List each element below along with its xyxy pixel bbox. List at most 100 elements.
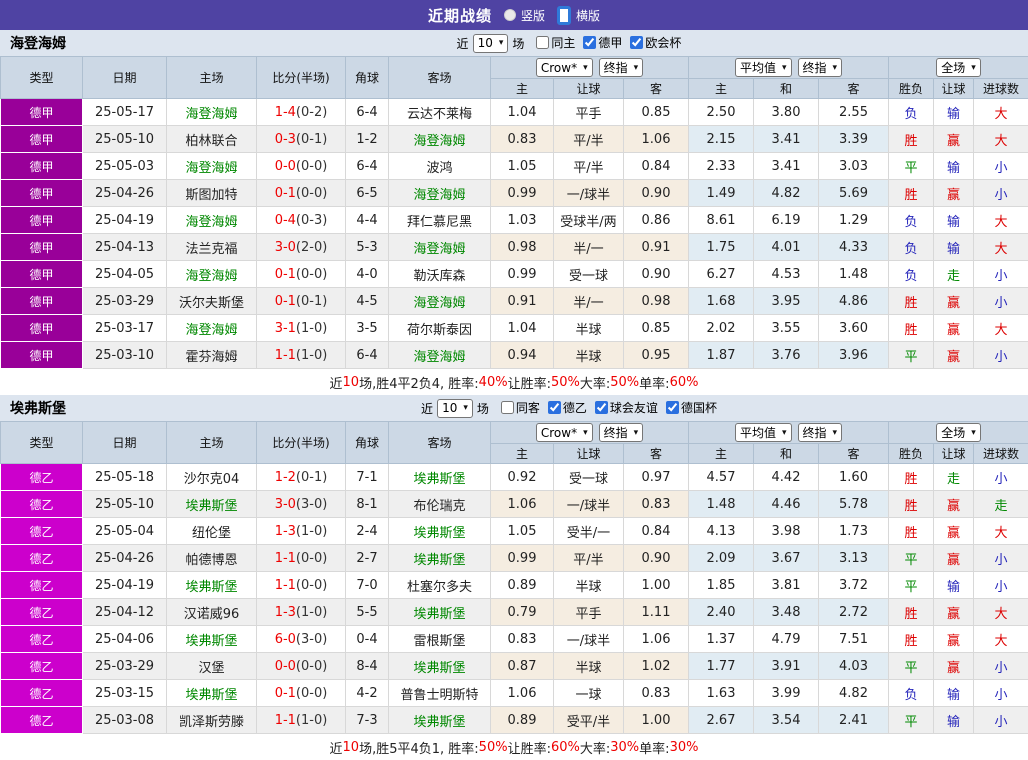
away-team-cell[interactable]: 荷尔斯泰因	[389, 315, 491, 342]
avg-odds-home: 1.49	[689, 180, 754, 207]
away-team-cell[interactable]: 勒沃库森	[389, 261, 491, 288]
away-team-cell[interactable]: 海登海姆	[389, 288, 491, 315]
away-team-cell[interactable]: 杜塞尔多夫	[389, 572, 491, 599]
home-team-cell[interactable]: 埃弗斯堡	[167, 626, 257, 653]
final-odds-select[interactable]: 终指▾	[599, 423, 644, 442]
filter-checkbox[interactable]: 同客	[497, 399, 540, 416]
home-team-cell[interactable]: 埃弗斯堡	[167, 572, 257, 599]
away-team-cell[interactable]: 云达不莱梅	[389, 99, 491, 126]
away-team-cell[interactable]: 普鲁士明斯特	[389, 680, 491, 707]
away-team-cell[interactable]: 埃弗斯堡	[389, 464, 491, 491]
home-team-cell[interactable]: 海登海姆	[167, 315, 257, 342]
checkbox-input[interactable]	[583, 36, 596, 49]
radio-icon[interactable]	[504, 9, 516, 21]
filter-checkbox[interactable]: 欧会杯	[626, 34, 681, 51]
checkbox-input[interactable]	[595, 401, 608, 414]
score-cell[interactable]: 0-4(0-3)	[257, 207, 346, 234]
avg-odds-home: 2.40	[689, 599, 754, 626]
score-cell[interactable]: 0-0(0-0)	[257, 153, 346, 180]
home-team-cell[interactable]: 汉诺威96	[167, 599, 257, 626]
checkbox-input[interactable]	[548, 401, 561, 414]
home-team-cell[interactable]: 海登海姆	[167, 99, 257, 126]
filter-checkbox[interactable]: 德甲	[579, 34, 622, 51]
home-team-cell[interactable]: 埃弗斯堡	[167, 680, 257, 707]
checkbox-input[interactable]	[666, 401, 679, 414]
score-cell[interactable]: 1-1(0-0)	[257, 572, 346, 599]
final-average-select[interactable]: 终指▾	[798, 58, 843, 77]
score-cell[interactable]: 1-3(1-0)	[257, 518, 346, 545]
checkbox-input[interactable]	[536, 36, 549, 49]
bookmaker-select[interactable]: Crow*▾	[536, 423, 593, 442]
home-team-cell[interactable]: 汉堡	[167, 653, 257, 680]
average-select[interactable]: 平均值▾	[735, 423, 792, 442]
home-team-cell[interactable]: 斯图加特	[167, 180, 257, 207]
filter-checkbox[interactable]: 德乙	[544, 399, 587, 416]
date-cell: 25-04-19	[83, 572, 167, 599]
summary-segment: 单率:	[639, 373, 669, 392]
away-team-cell[interactable]: 海登海姆	[389, 180, 491, 207]
radio-icon[interactable]	[557, 6, 571, 25]
score-cell[interactable]: 0-0(0-0)	[257, 653, 346, 680]
score-cell[interactable]: 0-1(0-1)	[257, 288, 346, 315]
col-type: 类型	[1, 57, 83, 99]
score-cell[interactable]: 6-0(3-0)	[257, 626, 346, 653]
scope-select[interactable]: 全场▾	[936, 423, 981, 442]
final-average-select[interactable]: 终指▾	[798, 423, 843, 442]
score-cell[interactable]: 1-4(0-2)	[257, 99, 346, 126]
home-team-cell[interactable]: 霍芬海姆	[167, 342, 257, 369]
home-team-cell[interactable]: 沙尔克04	[167, 464, 257, 491]
score-cell[interactable]: 0-1(0-0)	[257, 261, 346, 288]
away-team-cell[interactable]: 布伦瑞克	[389, 491, 491, 518]
checkbox-input[interactable]	[501, 401, 514, 414]
away-team-cell[interactable]: 拜仁慕尼黑	[389, 207, 491, 234]
home-team-cell[interactable]: 帕德博恩	[167, 545, 257, 572]
home-team-cell[interactable]: 纽伦堡	[167, 518, 257, 545]
filter-checkbox[interactable]: 球会友谊	[591, 399, 658, 416]
checkbox-input[interactable]	[630, 36, 643, 49]
score-cell[interactable]: 3-0(2-0)	[257, 234, 346, 261]
scope-select[interactable]: 全场▾	[936, 58, 981, 77]
filter-checkbox[interactable]: 德国杯	[662, 399, 717, 416]
away-team-cell[interactable]: 埃弗斯堡	[389, 518, 491, 545]
scope-group-header: 全场▾	[889, 422, 1028, 444]
match-count-select[interactable]: 10 ▾	[473, 34, 509, 53]
bookmaker-select[interactable]: Crow*▾	[536, 58, 593, 77]
corner-cell: 0-4	[346, 626, 389, 653]
result-goals: 小	[974, 288, 1028, 315]
home-team-cell[interactable]: 埃弗斯堡	[167, 491, 257, 518]
match-count-select[interactable]: 10 ▾	[437, 399, 473, 418]
away-team-cell[interactable]: 波鸿	[389, 153, 491, 180]
away-team-cell[interactable]: 海登海姆	[389, 342, 491, 369]
result-goals: 小	[974, 153, 1028, 180]
home-team-cell[interactable]: 海登海姆	[167, 153, 257, 180]
score-cell[interactable]: 1-1(1-0)	[257, 707, 346, 734]
score-cell[interactable]: 0-1(0-0)	[257, 180, 346, 207]
score-cell[interactable]: 3-1(1-0)	[257, 315, 346, 342]
home-team-cell[interactable]: 法兰克福	[167, 234, 257, 261]
score-cell[interactable]: 1-3(1-0)	[257, 599, 346, 626]
away-team-cell[interactable]: 海登海姆	[389, 126, 491, 153]
away-team-cell[interactable]: 海登海姆	[389, 234, 491, 261]
away-team-cell[interactable]: 埃弗斯堡	[389, 653, 491, 680]
average-select[interactable]: 平均值▾	[735, 58, 792, 77]
avg-odds-away: 5.69	[819, 180, 889, 207]
layout-option-vertical[interactable]: 竖版	[504, 7, 545, 24]
home-team-cell[interactable]: 柏林联合	[167, 126, 257, 153]
away-team-cell[interactable]: 雷根斯堡	[389, 626, 491, 653]
score-cell[interactable]: 1-2(0-1)	[257, 464, 346, 491]
final-odds-select[interactable]: 终指▾	[599, 58, 644, 77]
score-cell[interactable]: 0-1(0-0)	[257, 680, 346, 707]
home-team-cell[interactable]: 凯泽斯劳滕	[167, 707, 257, 734]
home-team-cell[interactable]: 沃尔夫斯堡	[167, 288, 257, 315]
away-team-cell[interactable]: 埃弗斯堡	[389, 707, 491, 734]
layout-option-horizontal[interactable]: 横版	[557, 6, 600, 25]
score-cell[interactable]: 3-0(3-0)	[257, 491, 346, 518]
away-team-cell[interactable]: 埃弗斯堡	[389, 599, 491, 626]
filter-checkbox[interactable]: 同主	[532, 34, 575, 51]
score-cell[interactable]: 1-1(0-0)	[257, 545, 346, 572]
home-team-cell[interactable]: 海登海姆	[167, 261, 257, 288]
away-team-cell[interactable]: 埃弗斯堡	[389, 545, 491, 572]
score-cell[interactable]: 1-1(1-0)	[257, 342, 346, 369]
home-team-cell[interactable]: 海登海姆	[167, 207, 257, 234]
score-cell[interactable]: 0-3(0-1)	[257, 126, 346, 153]
